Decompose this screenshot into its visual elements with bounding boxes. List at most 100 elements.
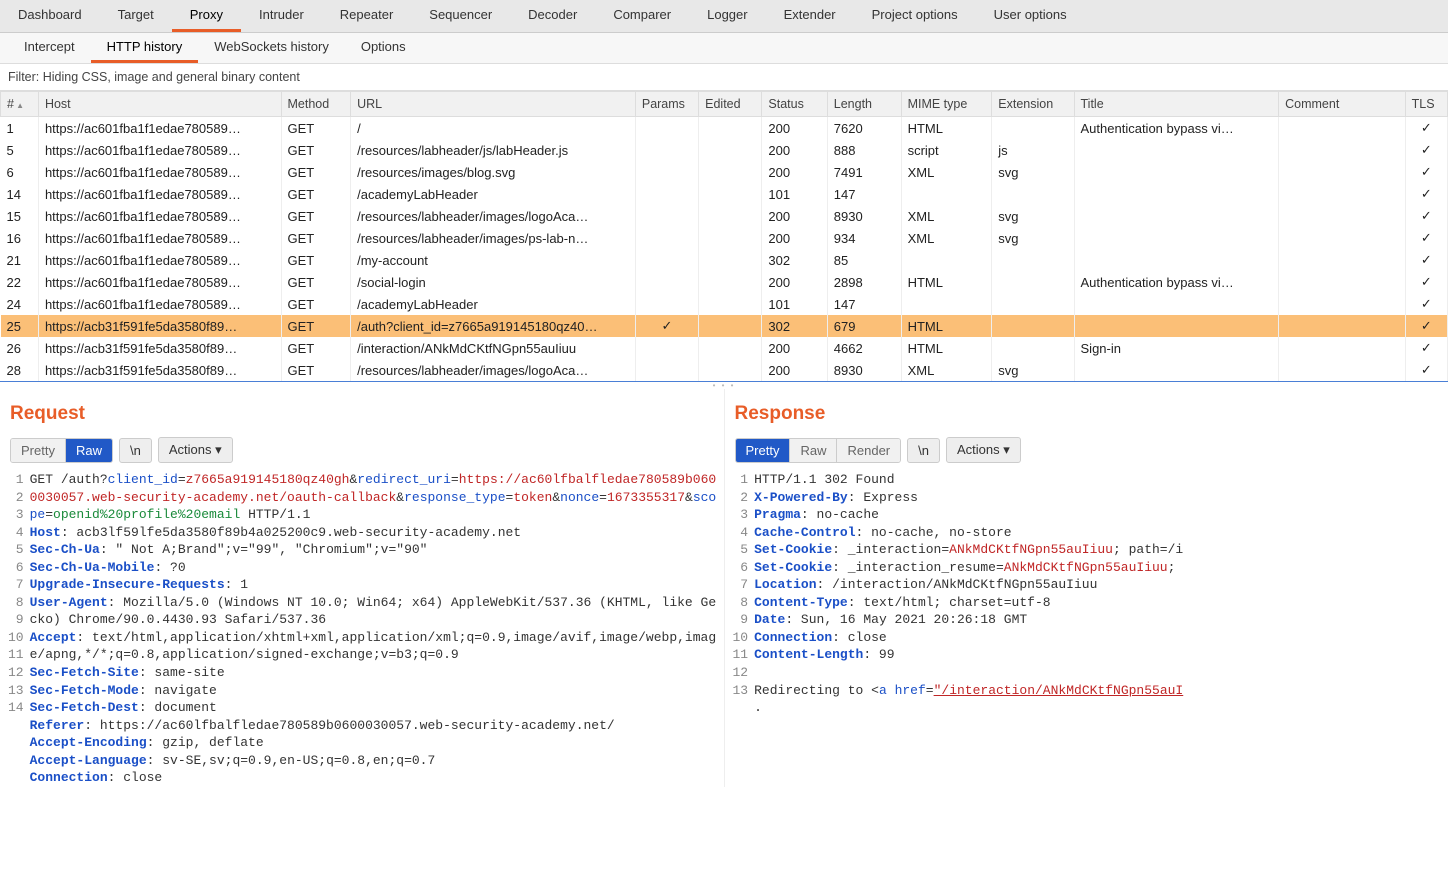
- col-status[interactable]: Status: [762, 92, 827, 117]
- cell-method: GET: [281, 227, 351, 249]
- col-tls[interactable]: TLS: [1405, 92, 1447, 117]
- response-heading: Response: [735, 403, 1443, 425]
- cell-ext: svg: [992, 205, 1074, 227]
- cell-n: 16: [1, 227, 39, 249]
- table-row[interactable]: 25https://acb31f591fe5da3580f89…GET/auth…: [1, 315, 1448, 337]
- col-host[interactable]: Host: [38, 92, 281, 117]
- main-tab-comparer[interactable]: Comparer: [595, 0, 689, 32]
- main-tab-repeater[interactable]: Repeater: [322, 0, 411, 32]
- cell-edited: [699, 315, 762, 337]
- col-edited[interactable]: Edited: [699, 92, 762, 117]
- cell-title: [1074, 139, 1279, 161]
- view-render[interactable]: Render: [837, 439, 900, 462]
- cell-len: 147: [827, 293, 901, 315]
- view-pretty[interactable]: Pretty: [736, 439, 791, 462]
- cell-edited: [699, 161, 762, 183]
- request-heading: Request: [10, 403, 718, 425]
- sub-tab-options[interactable]: Options: [345, 33, 422, 63]
- cell-host: https://ac601fba1f1edae780589…: [38, 205, 281, 227]
- view-pretty[interactable]: Pretty: [11, 439, 66, 462]
- col-extension[interactable]: Extension: [992, 92, 1074, 117]
- cell-status: 200: [762, 271, 827, 293]
- table-row[interactable]: 21https://ac601fba1f1edae780589…GET/my-a…: [1, 249, 1448, 271]
- cell-method: GET: [281, 359, 351, 381]
- cell-url: /interaction/ANkMdCKtfNGpn55auIiuu: [351, 337, 636, 359]
- main-tab-extender[interactable]: Extender: [766, 0, 854, 32]
- sub-tab-websockets-history[interactable]: WebSockets history: [198, 33, 345, 63]
- cell-mime: XML: [901, 161, 992, 183]
- main-tab-proxy[interactable]: Proxy: [172, 0, 241, 32]
- col-url[interactable]: URL: [351, 92, 636, 117]
- main-tab-project-options[interactable]: Project options: [854, 0, 976, 32]
- table-row[interactable]: 5https://ac601fba1f1edae780589…GET/resou…: [1, 139, 1448, 161]
- col-params[interactable]: Params: [635, 92, 698, 117]
- cell-host: https://ac601fba1f1edae780589…: [38, 293, 281, 315]
- cell-title: Authentication bypass vi…: [1074, 271, 1279, 293]
- main-tab-logger[interactable]: Logger: [689, 0, 765, 32]
- view-raw[interactable]: Raw: [790, 439, 837, 462]
- response-view-toggle: PrettyRawRender: [735, 438, 902, 463]
- cell-n: 24: [1, 293, 39, 315]
- cell-params: [635, 161, 698, 183]
- cell-ext: [992, 293, 1074, 315]
- view-raw[interactable]: Raw: [66, 439, 112, 462]
- newline-toggle[interactable]: \n: [907, 438, 940, 463]
- col-method[interactable]: Method: [281, 92, 351, 117]
- main-tab-sequencer[interactable]: Sequencer: [411, 0, 510, 32]
- cell-title: [1074, 205, 1279, 227]
- table-row[interactable]: 1https://ac601fba1f1edae780589…GET/20076…: [1, 117, 1448, 140]
- request-body[interactable]: GET /auth?client_id=z7665a919145180qz40g…: [30, 471, 718, 787]
- cell-host: https://ac601fba1f1edae780589…: [38, 271, 281, 293]
- cell-n: 25: [1, 315, 39, 337]
- actions-dropdown[interactable]: Actions: [946, 437, 1021, 463]
- cell-status: 101: [762, 293, 827, 315]
- table-row[interactable]: 24https://ac601fba1f1edae780589…GET/acad…: [1, 293, 1448, 315]
- col-comment[interactable]: Comment: [1279, 92, 1406, 117]
- sub-tab-http-history[interactable]: HTTP history: [91, 33, 199, 63]
- col-title[interactable]: Title: [1074, 92, 1279, 117]
- main-tab-decoder[interactable]: Decoder: [510, 0, 595, 32]
- table-row[interactable]: 15https://ac601fba1f1edae780589…GET/reso…: [1, 205, 1448, 227]
- cell-mime: XML: [901, 205, 992, 227]
- cell-tls: ✓: [1405, 249, 1447, 271]
- cell-mime: HTML: [901, 117, 992, 140]
- main-tab-dashboard[interactable]: Dashboard: [0, 0, 100, 32]
- main-tab-target[interactable]: Target: [100, 0, 172, 32]
- cell-comment: [1279, 293, 1406, 315]
- newline-toggle[interactable]: \n: [119, 438, 152, 463]
- cell-tls: ✓: [1405, 117, 1447, 140]
- cell-tls: ✓: [1405, 227, 1447, 249]
- cell-ext: [992, 315, 1074, 337]
- cell-comment: [1279, 227, 1406, 249]
- cell-params: [635, 271, 698, 293]
- cell-params: [635, 227, 698, 249]
- table-row[interactable]: 14https://ac601fba1f1edae780589…GET/acad…: [1, 183, 1448, 205]
- table-row[interactable]: 16https://ac601fba1f1edae780589…GET/reso…: [1, 227, 1448, 249]
- table-row[interactable]: 6https://ac601fba1f1edae780589…GET/resou…: [1, 161, 1448, 183]
- cell-comment: [1279, 183, 1406, 205]
- cell-title: [1074, 161, 1279, 183]
- filter-row[interactable]: Filter: Hiding CSS, image and general bi…: [0, 64, 1448, 91]
- table-row[interactable]: 26https://acb31f591fe5da3580f89…GET/inte…: [1, 337, 1448, 359]
- col-mime-type[interactable]: MIME type: [901, 92, 992, 117]
- chevron-down-icon: [211, 442, 221, 457]
- table-row[interactable]: 28https://acb31f591fe5da3580f89…GET/reso…: [1, 359, 1448, 381]
- main-tab-user-options[interactable]: User options: [976, 0, 1085, 32]
- main-tab-intruder[interactable]: Intruder: [241, 0, 322, 32]
- horizontal-splitter[interactable]: • • •: [0, 381, 1448, 389]
- cell-title: Sign-in: [1074, 337, 1279, 359]
- response-body[interactable]: HTTP/1.1 302 Found X-Powered-By: Express…: [754, 471, 1442, 717]
- response-gutter: 12345678910111213: [731, 471, 755, 717]
- actions-dropdown[interactable]: Actions: [158, 437, 233, 463]
- sub-tab-intercept[interactable]: Intercept: [8, 33, 91, 63]
- cell-ext: [992, 249, 1074, 271]
- table-row[interactable]: 22https://ac601fba1f1edae780589…GET/soci…: [1, 271, 1448, 293]
- cell-host: https://ac601fba1f1edae780589…: [38, 183, 281, 205]
- cell-status: 200: [762, 117, 827, 140]
- col--[interactable]: #: [1, 92, 39, 117]
- cell-edited: [699, 139, 762, 161]
- cell-status: 200: [762, 161, 827, 183]
- col-length[interactable]: Length: [827, 92, 901, 117]
- cell-edited: [699, 359, 762, 381]
- cell-status: 302: [762, 315, 827, 337]
